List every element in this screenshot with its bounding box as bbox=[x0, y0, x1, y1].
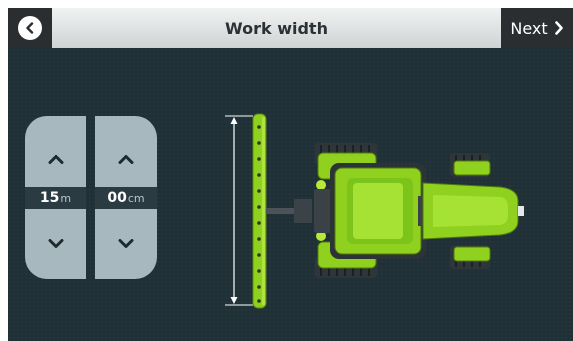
chevron-down-icon bbox=[48, 239, 63, 248]
meters-selector: 15 m bbox=[25, 116, 86, 279]
next-button[interactable]: Next bbox=[501, 8, 573, 48]
back-button[interactable] bbox=[8, 8, 52, 48]
chevron-up-icon bbox=[118, 155, 134, 164]
width-dimension-arrow bbox=[225, 115, 253, 306]
page-title: Work width bbox=[225, 18, 328, 38]
work-width-screen: Work width Next 15 m 00 cm bbox=[8, 8, 573, 341]
header-bar: Work width Next bbox=[8, 8, 573, 48]
meters-increase-button[interactable] bbox=[25, 134, 86, 184]
chevron-down-icon bbox=[118, 239, 134, 248]
centimeters-value-display: 00 cm bbox=[95, 187, 157, 209]
tractor-illustration bbox=[218, 103, 573, 322]
next-button-label: Next bbox=[510, 18, 548, 38]
back-icon bbox=[18, 16, 42, 40]
implement-bar bbox=[252, 113, 267, 309]
meters-unit: m bbox=[60, 191, 72, 205]
chevron-up-icon bbox=[48, 155, 63, 164]
centimeters-decrease-button[interactable] bbox=[95, 219, 157, 269]
tractor-body bbox=[314, 143, 524, 278]
centimeters-increase-button[interactable] bbox=[95, 134, 157, 184]
meters-decrease-button[interactable] bbox=[25, 219, 86, 269]
centimeters-value: 00 bbox=[107, 190, 127, 206]
centimeters-selector: 00 cm bbox=[95, 116, 157, 279]
centimeters-unit: cm bbox=[127, 191, 145, 205]
chevron-right-icon bbox=[554, 21, 563, 35]
meters-value-display: 15 m bbox=[25, 187, 86, 209]
meters-value: 15 bbox=[39, 190, 60, 206]
